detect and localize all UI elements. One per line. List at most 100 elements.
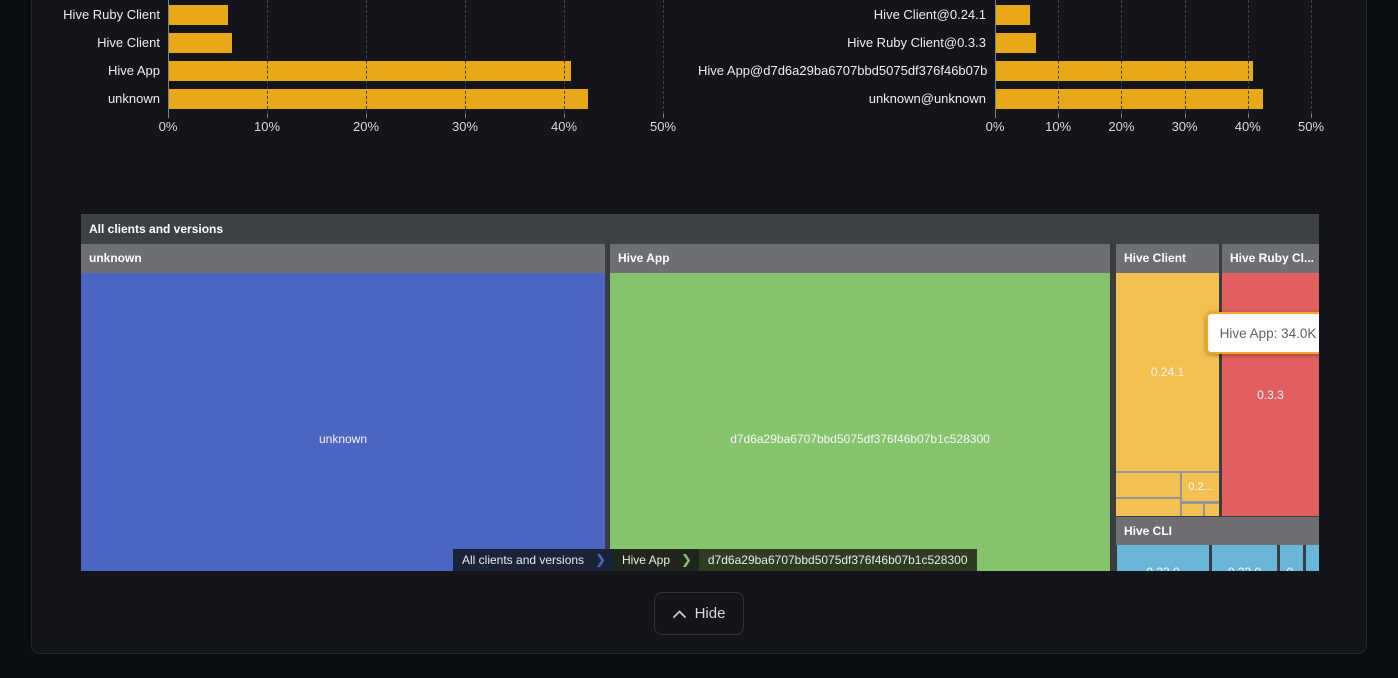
tick-mark (564, 114, 565, 118)
treemap-block-0-24-1[interactable]: 0.24.1 (1116, 273, 1219, 471)
x-tick-label: 40% (1235, 119, 1261, 134)
bar-category-label: Hive App@d7d6a29ba6707bbd5075df376f46b07… (698, 61, 986, 81)
bar-category-label: Hive Client (0, 33, 160, 53)
bar[interactable] (996, 5, 1030, 25)
y-axis-labels: Hive Ruby Client Hive Client Hive App unkno… (0, 0, 160, 114)
bar-category-label: unknown@unknown (698, 89, 986, 109)
treemap-block-small[interactable] (1306, 545, 1319, 571)
treemap-section-unknown[interactable]: unknown unknown (81, 244, 605, 571)
chevron-right-icon: ❯ (593, 552, 613, 568)
gridline (1058, 0, 1059, 114)
treemap-section-hive-cli[interactable]: Hive CLI 0.23.0 0.23.0 0. (1116, 517, 1319, 571)
treemap-block-label: 0.23.0 (1212, 565, 1277, 571)
gridline (1185, 0, 1186, 114)
treemap-section-header[interactable]: Hive Client (1116, 244, 1219, 273)
bar[interactable] (996, 33, 1036, 53)
bar[interactable] (996, 89, 1263, 109)
bar-category-label: unknown (0, 89, 160, 109)
tick-mark (1058, 114, 1059, 118)
hide-button-label: Hide (695, 605, 726, 622)
gridline (1121, 0, 1122, 114)
breadcrumb-label: All clients and versions (453, 553, 593, 567)
treemap-section-hive-client[interactable]: Hive Client 0.24.1 0.2... (1116, 244, 1219, 516)
treemap-block-0-3-3[interactable]: 0.3.3 (1222, 273, 1319, 516)
bar[interactable] (169, 33, 232, 53)
tick-mark (366, 114, 367, 118)
tick-mark (267, 114, 268, 118)
treemap-section-header[interactable]: Hive CLI (1116, 517, 1319, 545)
treemap-block-small[interactable]: 0. (1280, 545, 1303, 571)
gridline (465, 0, 466, 114)
bar-category-label: Hive Ruby Client@0.3.3 (698, 33, 986, 53)
treemap-block-small[interactable] (1116, 473, 1180, 497)
treemap-block-label: unknown (81, 432, 605, 446)
treemap-breadcrumb: All clients and versions ❯ Hive App ❯ d7… (453, 549, 977, 571)
gridline (1248, 0, 1249, 114)
treemap-section-hive-app[interactable]: Hive App d7d6a29ba6707bbd5075df376f46b07… (610, 244, 1110, 571)
chevron-up-icon (673, 610, 686, 618)
x-tick-label: 50% (650, 119, 676, 134)
tick-mark (995, 114, 996, 118)
x-axis: 0%10%20%30%40%50% (995, 119, 1311, 135)
x-tick-label: 50% (1298, 119, 1324, 134)
gridline (267, 0, 268, 114)
tick-mark (168, 114, 169, 118)
x-tick-label: 10% (1045, 119, 1071, 134)
tick-mark (465, 114, 466, 118)
bar[interactable] (169, 89, 588, 109)
bar[interactable] (169, 5, 228, 25)
breadcrumb-item-hash[interactable]: d7d6a29ba6707bbd5075df376f46b07b1c528300 (699, 549, 977, 571)
treemap-block-0-23-0[interactable]: 0.23.0 (1117, 545, 1209, 571)
treemap-section-header[interactable]: unknown (81, 244, 605, 273)
treemap-block-small[interactable] (1116, 499, 1180, 516)
gridline (564, 0, 565, 114)
x-tick-label: 40% (551, 119, 577, 134)
tick-mark (1121, 114, 1122, 118)
treemap-block-hive-app[interactable]: d7d6a29ba6707bbd5075df376f46b07b1c528300 (610, 273, 1110, 571)
bar[interactable] (996, 61, 1253, 81)
treemap-title: All clients and versions (81, 214, 1319, 244)
x-tick-label: 10% (254, 119, 280, 134)
treemap-block-small[interactable]: 0.2... (1182, 473, 1219, 501)
x-tick-label: 0% (159, 119, 178, 134)
treemap-block-label: 0.2... (1188, 481, 1212, 493)
bar-category-label: Hive App (0, 61, 160, 81)
breadcrumb-item-hive-app[interactable]: Hive App ❯ (613, 549, 699, 571)
y-axis-labels: Hive Client@0.24.1 Hive Ruby Client@0.3.3… (698, 0, 986, 114)
treemap-section-header[interactable]: Hive Ruby Cl... (1222, 244, 1319, 273)
x-tick-label: 20% (1108, 119, 1134, 134)
treemap-block-label: 0. (1280, 565, 1303, 571)
hide-button[interactable]: Hide (654, 592, 744, 635)
breadcrumb-item-all-clients[interactable]: All clients and versions ❯ (453, 549, 613, 571)
bar-plot-area (168, 0, 663, 114)
gridline (1311, 0, 1312, 114)
breadcrumb-label: Hive App (613, 553, 679, 567)
bar-category-label: Hive Client@0.24.1 (698, 5, 986, 25)
treemap-block-label: 0.24.1 (1116, 365, 1219, 379)
tooltip: Hive App: 34.0K (1206, 312, 1319, 354)
treemap-section-header[interactable]: Hive App (610, 244, 1110, 273)
treemap: All clients and versions unknown unknown… (81, 214, 1319, 571)
x-axis: 0%10%20%30%40%50% (168, 119, 663, 135)
tick-mark (1185, 114, 1186, 118)
x-tick-label: 30% (452, 119, 478, 134)
treemap-block-small[interactable] (1182, 504, 1203, 516)
chevron-right-icon: ❯ (679, 552, 699, 568)
treemap-mosaic-hive-cli: 0.23.0 0.23.0 0. (1116, 545, 1319, 571)
treemap-block-label: 0.23.0 (1117, 565, 1209, 571)
x-tick-label: 20% (353, 119, 379, 134)
x-tick-label: 0% (986, 119, 1005, 134)
tick-mark (663, 114, 664, 118)
bar[interactable] (169, 61, 571, 81)
breadcrumb-label: d7d6a29ba6707bbd5075df376f46b07b1c528300 (699, 553, 977, 567)
bar-plot-area (995, 0, 1311, 114)
treemap-block-small[interactable] (1205, 504, 1219, 516)
tick-mark (1311, 114, 1312, 118)
treemap-mosaic-hive-client: 0.24.1 0.2... (1116, 273, 1219, 516)
gridline (366, 0, 367, 114)
treemap-section-hive-ruby-client[interactable]: Hive Ruby Cl... 0.3.3 (1222, 244, 1319, 516)
treemap-block-0-23-0[interactable]: 0.23.0 (1212, 545, 1277, 571)
bar-category-label: Hive Ruby Client (0, 5, 160, 25)
treemap-block-unknown[interactable]: unknown (81, 273, 605, 571)
client-versions-bar-chart: Hive Client@0.24.1 Hive Ruby Client@0.3.3… (698, 0, 1398, 140)
